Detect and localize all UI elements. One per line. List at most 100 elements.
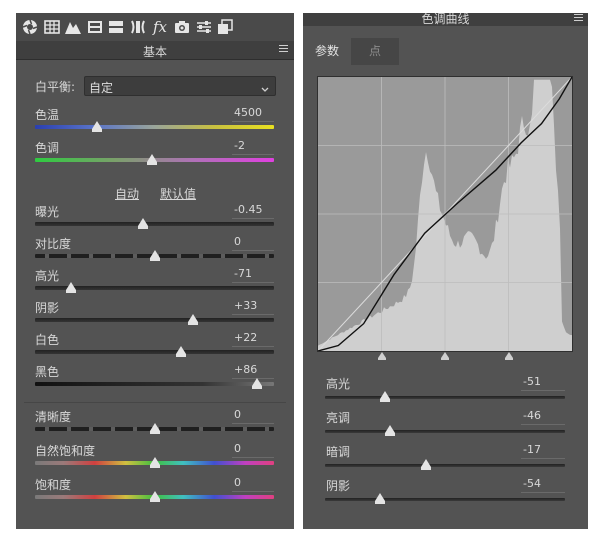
clarity-slider-thumb[interactable] [149, 423, 160, 434]
hsl-icon[interactable] [108, 19, 124, 35]
curve-darks-value[interactable]: -17 [523, 443, 541, 456]
exposure-value-underline [232, 218, 274, 219]
blacks-slider-thumb[interactable] [252, 378, 263, 389]
lens-icon[interactable] [130, 19, 146, 35]
exposure-value[interactable]: -0.45 [234, 203, 262, 216]
tab-point[interactable]: 点 [351, 38, 399, 65]
contrast-label: 对比度 [35, 237, 72, 251]
contrast-value[interactable]: 0 [234, 235, 241, 248]
tone-curve-header: 色调曲线 [303, 13, 588, 26]
curve-highlights-label: 高光 [326, 377, 351, 391]
tint-value-underline [232, 154, 274, 155]
mountain-icon[interactable] [65, 19, 81, 35]
saturation-value-underline [232, 491, 274, 492]
whites-slider-thumb[interactable] [175, 346, 186, 357]
clarity-value[interactable]: 0 [234, 408, 241, 421]
vibrance-label: 自然饱和度 [35, 444, 96, 458]
curve-darks-value-underline [521, 458, 565, 459]
curve-highlights-value-underline [521, 390, 565, 391]
tone-curve-title: 色调曲线 [421, 13, 470, 26]
curve-highlights-slider-track[interactable] [325, 396, 565, 399]
curve-shadows-value-underline [521, 492, 565, 493]
curve-shadows-value[interactable]: -54 [523, 477, 541, 490]
curve-highlights-slider-thumb[interactable] [380, 391, 390, 402]
basic-panel: fx 基本 白平衡: 自定 自动 默认值 色温 4500 色调 -2 曝光 -0.45 对比… [16, 13, 294, 529]
tone-curve-tabs: 参数 点 [303, 31, 588, 65]
split-toning-icon[interactable] [87, 19, 103, 35]
curve-darks-slider-track[interactable] [325, 464, 565, 467]
white-balance-select[interactable]: 自定 [84, 76, 276, 96]
tint-value[interactable]: -2 [234, 139, 245, 152]
whites-slider-track[interactable] [35, 350, 274, 354]
highlights-value[interactable]: -71 [234, 267, 252, 280]
contrast-slider-thumb[interactable] [149, 250, 160, 261]
section-header: 基本 [16, 41, 294, 60]
sliders-icon[interactable] [196, 19, 212, 35]
contrast-value-underline [232, 250, 274, 251]
saturation-slider-thumb[interactable] [149, 491, 160, 502]
tone-curve-editor[interactable] [317, 76, 573, 352]
curve-darks-label: 暗调 [326, 445, 351, 459]
panel-toolbar: fx [16, 13, 294, 41]
whites-value-underline [232, 346, 274, 347]
grid-icon[interactable] [44, 19, 60, 35]
blacks-value[interactable]: +86 [234, 363, 257, 376]
vibrance-value[interactable]: 0 [234, 442, 241, 455]
exposure-slider-track[interactable] [35, 222, 274, 226]
clarity-label: 清晰度 [35, 410, 72, 424]
panel-menu-icon[interactable] [574, 14, 583, 23]
section-title: 基本 [142, 45, 167, 59]
tone-curve-graph[interactable] [318, 77, 572, 351]
temperature-slider-track[interactable] [35, 125, 274, 129]
curve-highlights-value[interactable]: -51 [523, 375, 541, 388]
tab-parametric[interactable]: 参数 [303, 38, 351, 65]
blacks-label: 黑色 [35, 365, 60, 379]
temperature-label: 色温 [35, 108, 60, 122]
section-divider [24, 402, 286, 403]
shadows-value-underline [232, 314, 274, 315]
region-split-handle-1[interactable] [377, 352, 386, 360]
whites-label: 白色 [35, 333, 60, 347]
shadows-slider-track[interactable] [35, 318, 274, 322]
camera-icon[interactable] [174, 19, 190, 35]
region-split-handle-3[interactable] [504, 352, 513, 360]
shadows-slider-thumb[interactable] [187, 314, 198, 325]
curve-lights-value-underline [521, 424, 565, 425]
fx-icon[interactable]: fx [152, 19, 168, 35]
temperature-value[interactable]: 4500 [234, 106, 262, 119]
default-link[interactable]: 默认值 [160, 185, 196, 202]
exposure-label: 曝光 [35, 205, 60, 219]
curve-shadows-label: 阴影 [326, 479, 351, 493]
curve-shadows-slider-thumb[interactable] [375, 493, 386, 504]
tint-label: 色调 [35, 141, 60, 155]
shadows-value[interactable]: +33 [234, 299, 257, 312]
vibrance-slider-thumb[interactable] [149, 457, 160, 468]
highlights-value-underline [232, 282, 274, 283]
curve-lights-slider-thumb[interactable] [384, 425, 395, 436]
whites-value[interactable]: +22 [234, 331, 257, 344]
curve-shadows-slider-track[interactable] [325, 498, 565, 501]
clarity-value-underline [232, 423, 274, 424]
presets-icon[interactable] [217, 19, 233, 35]
blacks-slider-track[interactable] [35, 382, 274, 386]
panel-menu-icon[interactable] [279, 45, 288, 54]
white-balance-label: 白平衡: [35, 80, 76, 94]
curve-lights-slider-track[interactable] [325, 430, 565, 433]
curve-darks-slider-thumb[interactable] [420, 459, 431, 470]
curve-lights-label: 亮调 [326, 411, 351, 425]
saturation-label: 饱和度 [35, 478, 72, 492]
aperture-icon[interactable] [22, 19, 38, 35]
tint-slider-thumb[interactable] [147, 154, 158, 165]
vibrance-value-underline [232, 457, 274, 458]
exposure-slider-thumb[interactable] [137, 218, 148, 229]
highlights-slider-thumb[interactable] [65, 282, 76, 293]
shadows-label: 阴影 [35, 301, 60, 315]
temperature-slider-thumb[interactable] [92, 121, 103, 132]
white-balance-value: 自定 [89, 81, 114, 95]
tone-curve-panel: 色调曲线 参数 点 高光 -51 亮调 -46 暗调 -17 阴影 -54 [303, 13, 588, 529]
region-split-handle-2[interactable] [441, 352, 449, 360]
saturation-value[interactable]: 0 [234, 476, 241, 489]
auto-link[interactable]: 自动 [115, 185, 139, 202]
chevron-down-icon [260, 80, 270, 92]
curve-lights-value[interactable]: -46 [523, 409, 541, 422]
